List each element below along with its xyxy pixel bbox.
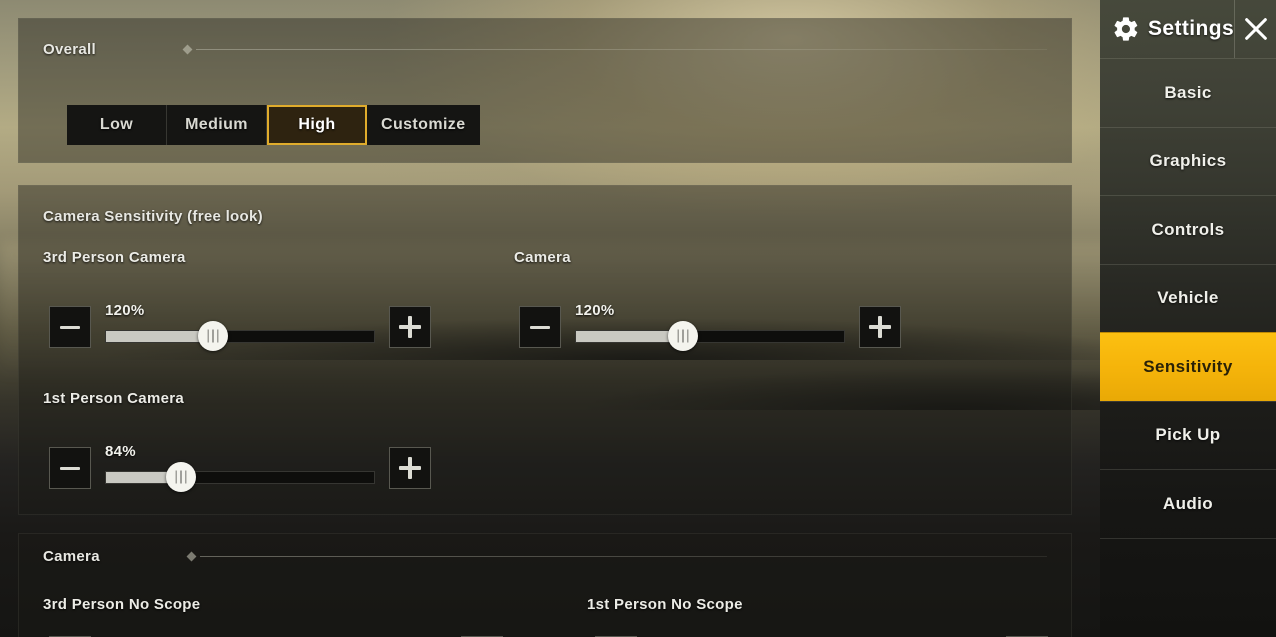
- minus-icon: [530, 325, 550, 329]
- sidebar-filler: [1100, 537, 1276, 559]
- plus-icon: [869, 316, 891, 338]
- sidebar-item-basic[interactable]: Basic: [1100, 58, 1276, 127]
- sidebar-item-controls[interactable]: Controls: [1100, 195, 1276, 264]
- slider-track[interactable]: [105, 471, 375, 484]
- label-1st-person-no-scope: 1st Person No Scope: [587, 596, 743, 613]
- overall-option-customize[interactable]: Customize: [367, 105, 480, 145]
- minus-icon: [60, 466, 80, 470]
- label-camera-free-look: Camera: [514, 249, 571, 266]
- slider-knob[interactable]: [198, 321, 228, 351]
- decrement-3rd-person-camera[interactable]: [49, 306, 91, 348]
- slider-row-camera-free-look: 120%: [519, 302, 901, 351]
- overall-option-high[interactable]: High: [267, 105, 367, 145]
- slider-1st-person-camera[interactable]: 84%: [105, 443, 375, 492]
- value-1st-person-camera: 84%: [105, 443, 136, 460]
- value-3rd-person-camera: 120%: [105, 302, 145, 319]
- overall-option-low[interactable]: Low: [67, 105, 167, 145]
- sidebar-item-pickup[interactable]: Pick Up: [1100, 400, 1276, 470]
- camera-panel: Camera 3rd Person No Scope 1st Person No…: [18, 533, 1072, 637]
- decrement-camera-free-look[interactable]: [519, 306, 561, 348]
- increment-1st-person-camera[interactable]: [389, 447, 431, 489]
- sidebar-item-vehicle[interactable]: Vehicle: [1100, 263, 1276, 333]
- diamond-icon: [186, 551, 197, 562]
- slider-row-1st-person-camera: 84%: [49, 443, 431, 492]
- sidebar-item-graphics[interactable]: Graphics: [1100, 126, 1276, 196]
- overall-quality-segmented-control[interactable]: Low Medium High Customize: [67, 105, 480, 145]
- label-3rd-person-no-scope: 3rd Person No Scope: [43, 596, 201, 613]
- overall-section-title: Overall: [43, 41, 96, 58]
- settings-sidebar: Settings Basic Graphics Controls Vehicle…: [1100, 0, 1276, 637]
- slider-track[interactable]: [105, 330, 375, 343]
- decrement-1st-person-camera[interactable]: [49, 447, 91, 489]
- slider-camera-free-look[interactable]: 120%: [575, 302, 845, 351]
- grip-icon: [207, 329, 219, 343]
- camera-sensitivity-section-header: Camera Sensitivity (free look): [43, 208, 1047, 225]
- slider-3rd-person-camera[interactable]: 120%: [105, 302, 375, 351]
- plus-icon: [399, 316, 421, 338]
- section-rule: [195, 49, 1047, 50]
- label-1st-person-camera: 1st Person Camera: [43, 390, 185, 407]
- plus-icon: [399, 457, 421, 479]
- increment-camera-free-look[interactable]: [859, 306, 901, 348]
- overall-panel: Overall Low Medium High Customize: [18, 18, 1072, 163]
- settings-screen: Overall Low Medium High Customize Camera…: [0, 0, 1276, 637]
- sidebar-item-audio[interactable]: Audio: [1100, 469, 1276, 538]
- value-camera-free-look: 120%: [575, 302, 615, 319]
- slider-row-3rd-person-camera: 120%: [49, 302, 431, 351]
- diamond-icon: [182, 44, 193, 55]
- grip-icon: [175, 470, 187, 484]
- grip-icon: [677, 329, 689, 343]
- camera-section-title: Camera: [43, 548, 100, 565]
- gear-icon: [1114, 17, 1138, 41]
- close-button[interactable]: [1235, 0, 1276, 58]
- close-icon: [1244, 18, 1267, 40]
- camera-sensitivity-section-title: Camera Sensitivity (free look): [43, 208, 263, 225]
- minus-icon: [60, 325, 80, 329]
- sidebar-title: Settings: [1148, 17, 1235, 40]
- overall-option-medium[interactable]: Medium: [167, 105, 267, 145]
- slider-knob[interactable]: [165, 462, 196, 492]
- slider-track[interactable]: [575, 330, 845, 343]
- sidebar-header: Settings: [1100, 0, 1276, 58]
- overall-section-header: Overall: [43, 41, 1047, 58]
- section-rule: [199, 556, 1047, 557]
- sidebar-title-zone: Settings: [1100, 0, 1236, 58]
- increment-3rd-person-camera[interactable]: [389, 306, 431, 348]
- sidebar-item-sensitivity[interactable]: Sensitivity: [1100, 332, 1276, 401]
- slider-knob[interactable]: [668, 321, 698, 351]
- label-3rd-person-camera: 3rd Person Camera: [43, 249, 186, 266]
- camera-section-header: Camera: [43, 548, 1047, 565]
- camera-sensitivity-panel: Camera Sensitivity (free look) 3rd Perso…: [18, 185, 1072, 515]
